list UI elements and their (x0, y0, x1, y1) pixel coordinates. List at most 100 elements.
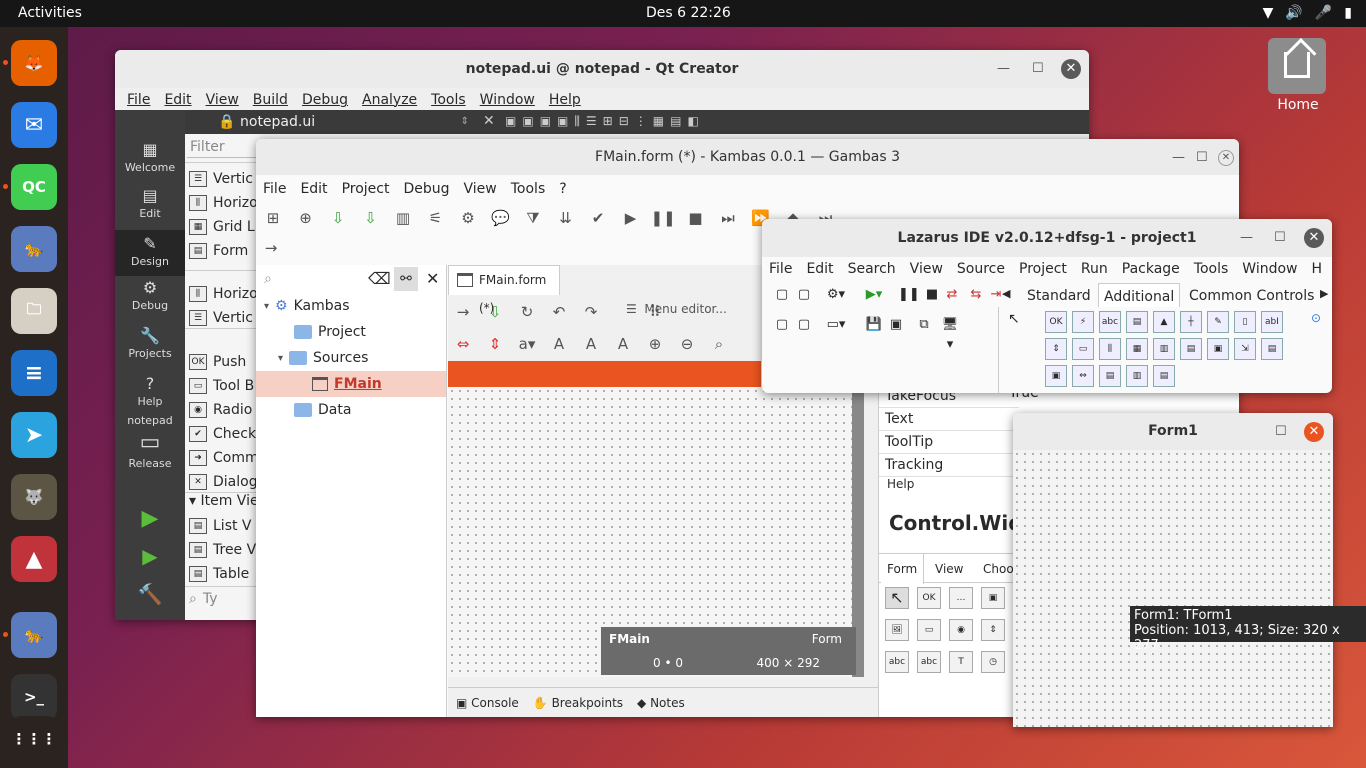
component-0-8[interactable]: abI (1261, 311, 1283, 333)
qt-menu-window[interactable]: Window (473, 92, 542, 108)
zoom-fit-icon[interactable]: ⌕ (708, 333, 730, 355)
play-icon[interactable]: ▶ (620, 207, 642, 229)
firefox-icon[interactable]: 🦊 (11, 40, 57, 86)
widget-group-header[interactable] (185, 162, 260, 178)
minimize-button[interactable]: — (997, 61, 1010, 77)
clear-search-icon[interactable]: ⌫ (368, 269, 391, 288)
kambas-menu-4[interactable]: View (457, 181, 504, 197)
toolbox-tab-1[interactable]: View (929, 554, 969, 584)
maximize-button[interactable]: ☐ (1196, 150, 1208, 166)
save-icon[interactable]: ⇩ (327, 207, 349, 229)
widget-5[interactable]: ☰ Vertic (189, 306, 253, 330)
widget-10[interactable]: ➜ Comm (189, 446, 259, 470)
widget-2[interactable]: ▦ Grid L (189, 215, 255, 239)
form-tab[interactable]: FMain.form (*) (448, 265, 560, 315)
widget-6[interactable]: OK Push (189, 350, 246, 374)
form1-canvas[interactable] (1013, 450, 1333, 727)
maximize-button[interactable]: ☐ (1274, 230, 1286, 246)
stop-icon[interactable]: ■ (685, 207, 707, 229)
qt-menu-tools[interactable]: Tools (424, 92, 473, 108)
close-button[interactable]: ✕ (1218, 150, 1234, 166)
open-project-icon[interactable]: ⊕ (295, 207, 317, 229)
undo-icon[interactable]: ↶ (548, 301, 570, 323)
text-color-icon[interactable]: A (612, 333, 634, 355)
widget-1[interactable]: ⫼ Horizo (189, 191, 258, 215)
qtcreator-icon[interactable]: QC (11, 164, 57, 210)
tree-item-3[interactable]: FMain (256, 371, 446, 397)
save-all-icon[interactable]: ⇩ (360, 207, 382, 229)
text-tool-icon[interactable]: T (949, 651, 973, 673)
adjust-size-icon[interactable]: ◧ (687, 114, 698, 132)
breakpoints-tab[interactable]: ✋ Breakpoints (533, 696, 623, 710)
label-tool-icon[interactable]: abc (885, 651, 909, 673)
component-2-0[interactable]: ▣ (1045, 365, 1067, 387)
chat-icon[interactable]: 💬 (490, 207, 512, 229)
qt-menu-debug[interactable]: Debug (295, 92, 355, 108)
mode-design[interactable]: ✎ Design (115, 230, 185, 276)
property-tracking[interactable]: Tracking (879, 454, 1019, 477)
qt-menu-analyze[interactable]: Analyze (355, 92, 424, 108)
tree-item-4[interactable]: Data (294, 397, 351, 423)
component-0-2[interactable]: abc (1099, 311, 1121, 333)
ellipsis-tool-icon[interactable]: … (949, 587, 973, 609)
qt-menu-view[interactable]: View (199, 92, 246, 108)
frame-tool-icon[interactable]: ▣ (981, 587, 1005, 609)
qt-menu-help[interactable]: Help (542, 92, 588, 108)
options-icon[interactable]: ⚟ (425, 207, 447, 229)
toolbox-tab-0[interactable]: Form (881, 554, 925, 584)
lazarus-menu-8[interactable]: Tools (1187, 261, 1236, 277)
pause-icon[interactable]: ❚❚ (898, 285, 920, 305)
console-tab[interactable]: ▣ Console (456, 696, 519, 710)
tree-item-1[interactable]: Project (294, 319, 366, 345)
qt-menu-file[interactable]: File (120, 92, 157, 108)
minimize-button[interactable]: — (1172, 150, 1185, 166)
debug-run-button[interactable]: ▶ (115, 544, 185, 568)
layout-vertical-icon[interactable]: ☰ (586, 114, 597, 132)
font-icon[interactable]: a▾ (516, 333, 538, 355)
lazarus-menu-1[interactable]: Edit (799, 261, 840, 277)
kambas-menu-5[interactable]: Tools (504, 181, 553, 197)
component-0-1[interactable]: ⚡ (1072, 311, 1094, 333)
palette-scroll-icon[interactable]: ⊙ (1311, 311, 1321, 325)
lazarus-menu-4[interactable]: Source (950, 261, 1012, 277)
timer-tool-icon[interactable]: ◷ (981, 651, 1005, 673)
tab-scroll-left-icon[interactable]: ◀ (1002, 287, 1010, 300)
system-tray[interactable]: ▼ 🔊 🎤 ▮ (1263, 5, 1352, 21)
next-arrow-icon[interactable]: → (260, 237, 282, 259)
component-1-6[interactable]: ▣ (1207, 338, 1229, 360)
minimize-button[interactable]: — (1240, 230, 1253, 246)
component-0-6[interactable]: ✎ (1207, 311, 1229, 333)
new-unit-icon[interactable]: ▢ (772, 285, 792, 305)
mode-welcome[interactable]: ▦ Welcome (115, 140, 185, 174)
edit-buddies-icon[interactable]: ▣ (540, 114, 551, 132)
pause-icon[interactable]: ❚❚ (650, 207, 675, 229)
widget-8[interactable]: ◉ Radio (189, 398, 252, 422)
component-1-5[interactable]: ▤ (1180, 338, 1202, 360)
component-0-7[interactable]: ▯ (1234, 311, 1256, 333)
widget-7[interactable]: ▭ Tool B (189, 374, 254, 398)
mode-debug[interactable]: ⚙ Debug (115, 278, 185, 312)
tree-item-0[interactable]: ▾ ⚙ Kambas (264, 293, 350, 319)
open-icon[interactable]: ▢ (794, 315, 814, 335)
widget-11[interactable]: ✕ Dialog (189, 470, 258, 494)
ardour-icon[interactable]: ▲ (11, 536, 57, 582)
locator-input[interactable]: ⌕ Ty (185, 586, 260, 610)
component-1-1[interactable]: ▭ (1072, 338, 1094, 360)
gimp-icon[interactable]: 🐺 (11, 474, 57, 520)
scroll-tool-icon[interactable]: ⇕ (981, 619, 1005, 641)
telegram-icon[interactable]: ➤ (11, 412, 57, 458)
layout-vsplit-icon[interactable]: ⊟ (619, 114, 629, 132)
property-text[interactable]: Text (879, 408, 1019, 431)
break-layout-icon[interactable]: ▤ (670, 114, 681, 132)
thunderbird-icon[interactable]: ✉ (11, 102, 57, 148)
component-1-4[interactable]: ▥ (1153, 338, 1175, 360)
terminal-icon[interactable]: >_ (11, 674, 57, 720)
group-item-views[interactable]: ▾ Item Vie (185, 492, 260, 510)
textlabel-tool-icon[interactable]: abc (917, 651, 941, 673)
kambas-menu-2[interactable]: Project (335, 181, 397, 197)
edit-widgets-icon[interactable]: ▣ (505, 114, 516, 132)
arrow-icon[interactable]: → (452, 301, 474, 323)
lazarus-menu-10[interactable]: H (1305, 261, 1330, 277)
filter-icon[interactable]: ⧩ (522, 207, 544, 229)
home-label[interactable]: Home (1268, 97, 1328, 113)
